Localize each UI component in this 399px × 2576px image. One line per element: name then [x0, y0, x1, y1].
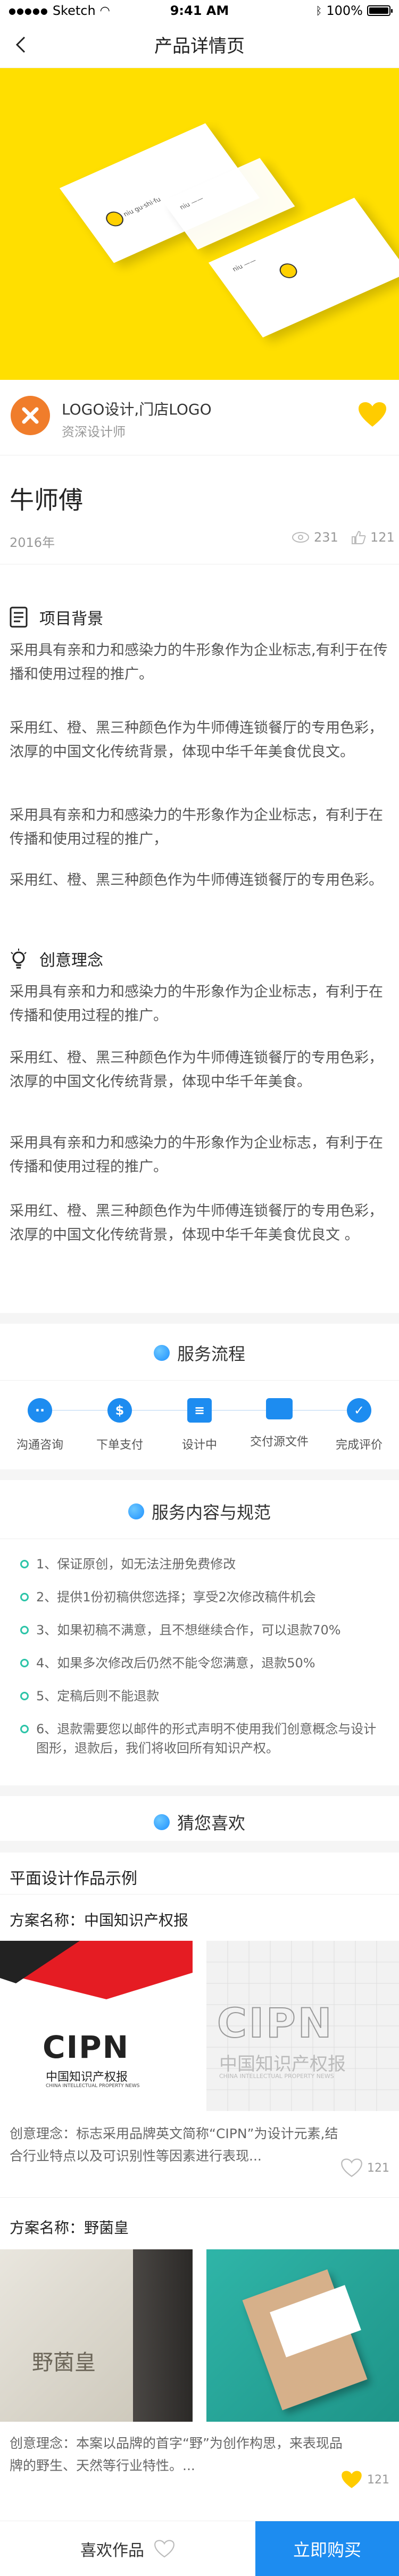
case-like-count: 121	[367, 2473, 389, 2487]
section-gap	[0, 1785, 399, 1796]
case-image[interactable]	[206, 2249, 399, 2422]
section-gap	[0, 1313, 399, 1324]
service-item: 6、退款需要您以邮件的形式声明不使用我们创意概念与设计图形，退款后，我们将收回所…	[20, 1719, 382, 1758]
flow-step: 交付源文件	[247, 1398, 311, 1449]
cipn-logo-english: CHINA INTELLECTUAL PROPERTY NEWS	[46, 2083, 140, 2089]
case-name: 方案名称：中国知识产权报	[10, 1912, 189, 1929]
divider	[0, 1380, 399, 1381]
back-arrow-icon[interactable]	[11, 34, 32, 55]
flow-step-label: 交付源文件	[250, 1435, 309, 1449]
concept-paragraph: 采用具有亲和力和感染力的牛形象作为企业标志，有利于在传播和使用过程的推广。	[10, 984, 383, 1024]
concept-paragraph: 采用红、橙、黑三种颜色作为牛师傅连锁餐厅的专用色彩，浓厚的中国文化传统背景，体现…	[10, 1050, 383, 1090]
product-year: 2016年	[10, 535, 55, 550]
bubble-icon	[153, 1814, 170, 1830]
bubble-icon	[128, 1503, 144, 1519]
background-title: 项目背景	[39, 610, 103, 628]
case-name: 方案名称：野菌皇	[10, 2219, 129, 2237]
status-bar: ●●●●● Sketch ◠ 9:41 AM ᛒ 100%	[0, 0, 399, 21]
flow-section-header: 服务流程	[0, 1341, 399, 1365]
heart-filled-icon	[342, 2471, 362, 2488]
flow-step-label: 完成评价	[335, 1439, 383, 1452]
flow-step: ✓ 完成评价	[327, 1398, 391, 1452]
bubble-icon	[153, 1345, 170, 1361]
section-gap	[0, 1841, 399, 1852]
designer-row[interactable]: LOGO设计,门店LOGO 资深设计师	[0, 380, 399, 455]
flow-step-label: 下单支付	[96, 1439, 143, 1452]
service-item: 5、定稿后则不能退款	[20, 1686, 382, 1706]
flow-title: 服务流程	[177, 1344, 245, 1364]
chat-icon: ··	[28, 1398, 52, 1423]
background-paragraph: 采用具有亲和力和感染力的牛形象作为企业标志,有利于在传播和使用过程的推广。	[10, 642, 388, 683]
view-count-value: 231	[314, 530, 338, 545]
flow-step-label: 设计中	[181, 1439, 217, 1452]
design-doc-icon: ≡	[187, 1398, 212, 1423]
background-paragraph: 采用红、橙、黑三种颜色作为牛师傅连锁餐厅的专用色彩，浓厚的中国文化传统背景，体现…	[10, 720, 383, 760]
case-description: 创意理念：本案以品牌的首字“野”为创作构思，来表现品牌的野生、天然等行业特性。.…	[10, 2436, 343, 2473]
flow-step-label: 沟通咨询	[16, 1439, 63, 1452]
thumbs-up-icon	[352, 530, 366, 544]
status-time: 9:41 AM	[170, 3, 229, 18]
background-paragraph: 采用具有亲和力和感染力的牛形象作为企业标志，有利于在传播和使用过程的推广，	[10, 807, 383, 847]
case-like-button[interactable]: 121	[340, 2470, 389, 2490]
service-item: 1、保证原创，如无法注册免费修改	[20, 1555, 382, 1574]
like-count-value: 121	[370, 530, 395, 545]
designer-avatar[interactable]	[11, 396, 50, 435]
cipn-outline-text: CIPN	[217, 1999, 334, 2047]
service-item: 2、提供1份初稿供您选择；享受2次修改稿件机会	[20, 1588, 382, 1607]
nav-bar: 产品详情页	[0, 21, 399, 68]
view-count: 231	[292, 530, 338, 545]
case-like-button[interactable]: 121	[340, 2158, 389, 2178]
mushroom-logo-text: 野菌皇	[32, 2350, 96, 2375]
concept-section-header: 创意理念	[10, 947, 103, 970]
designer-name: LOGO设计,门店LOGO	[62, 401, 212, 418]
flow-step: ≡ 设计中	[168, 1398, 231, 1452]
divider	[0, 2197, 399, 2198]
heart-outline-icon	[341, 2158, 362, 2178]
flow-step: ·· 沟通咨询	[8, 1398, 72, 1452]
cipn-logo-subtitle: 中国知识产权报	[46, 2071, 128, 2084]
check-icon: ✓	[347, 1398, 371, 1423]
heart-outline-icon	[154, 2540, 174, 2558]
service-section-header: 服务内容与规范	[0, 1499, 399, 1524]
case-image[interactable]: CIPN 中国知识产权报 CHINA INTELLECTUAL PROPERTY…	[206, 1941, 399, 2111]
document-icon	[10, 606, 28, 628]
guess-section-header: 猜您喜欢	[0, 1810, 399, 1834]
like-count[interactable]: 121	[351, 530, 395, 545]
background-section-header: 项目背景	[10, 605, 103, 629]
concept-paragraph: 采用红、橙、黑三种颜色作为牛师傅连锁餐厅的专用色彩，浓厚的中国文化传统背景，体现…	[10, 1203, 383, 1243]
works-section-title: 平面设计作品示例	[10, 1869, 137, 1888]
cipn-outline-english: CHINA INTELLECTUAL PROPERTY NEWS	[219, 2073, 334, 2080]
lightbulb-icon	[11, 949, 27, 969]
payment-icon: $	[107, 1398, 132, 1423]
close-x-icon	[22, 407, 39, 424]
favorite-work-button[interactable]: 喜欢作品	[0, 2521, 255, 2576]
bottom-action-bar: 喜欢作品 立即购买	[0, 2521, 399, 2576]
cipn-logo-text: CIPN	[43, 2029, 130, 2065]
buy-now-button[interactable]: 立即购买	[255, 2521, 399, 2576]
designer-role: 资深设计师	[62, 425, 126, 439]
heart-icon[interactable]	[358, 401, 387, 428]
cipn-outline-subtitle: 中国知识产权报	[219, 2054, 346, 2075]
page-title: 产品详情页	[154, 36, 245, 57]
section-gap	[0, 1469, 399, 1480]
concept-paragraph: 采用具有亲和力和感染力的牛形象作为企业标志，有利于在传播和使用过程的推广。	[10, 1135, 383, 1175]
product-title: 牛师傅	[10, 486, 83, 514]
case-like-count: 121	[367, 2161, 389, 2175]
case-image[interactable]: 野菌皇	[0, 2249, 193, 2422]
concept-title: 创意理念	[39, 951, 103, 970]
product-hero-image: niu gu·shi·fu niu —— niu ——	[0, 68, 399, 380]
folder-icon	[266, 1398, 293, 1419]
case-description: 创意理念：标志采用品牌英文简称“CIPN”为设计元素,结合行业特点以及可识别性等…	[10, 2126, 338, 2164]
flow-step: $ 下单支付	[88, 1398, 152, 1452]
guess-title: 猜您喜欢	[177, 1813, 245, 1833]
favorite-work-label: 喜欢作品	[80, 2541, 144, 2560]
eye-icon	[292, 532, 309, 543]
case-image[interactable]: CIPN 中国知识产权报 CHINA INTELLECTUAL PROPERTY…	[0, 1941, 193, 2111]
battery-icon	[367, 5, 393, 16]
background-paragraph: 采用红、橙、黑三种颜色作为牛师傅连锁餐厅的专用色彩。	[10, 872, 383, 888]
service-item: 4、如果多次修改后仍然不能令您满意，退款50%	[20, 1653, 382, 1673]
service-item: 3、如果初稿不满意，且不想继续合作，可以退款70%	[20, 1621, 382, 1640]
service-title: 服务内容与规范	[151, 1502, 271, 1523]
